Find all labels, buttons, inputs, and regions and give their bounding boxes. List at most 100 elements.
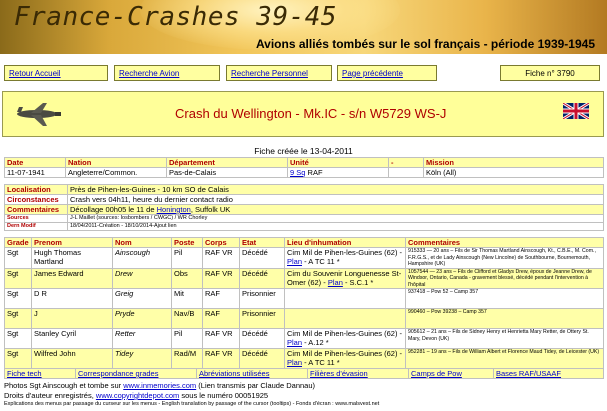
crew-corps: RAF xyxy=(202,308,240,329)
crew-poste: Rad/M xyxy=(171,348,203,369)
crash-nation: Angleterre/Common. xyxy=(65,167,167,178)
header-date: Date xyxy=(4,157,66,168)
crew-prenom: D R xyxy=(31,288,113,309)
crew-poste: Pil xyxy=(171,328,203,349)
crew-corps: RAF VR xyxy=(202,247,240,269)
crew-comment: 905612 – 21 ans – Fils de Sidney Henry e… xyxy=(405,328,604,349)
nav-bar: Retour Accueil Recherche Avion Recherche… xyxy=(0,60,607,88)
crew-corps: RAF VR xyxy=(202,328,240,349)
crew-poste: Pil xyxy=(171,247,203,269)
crew-poste: Mit xyxy=(171,288,203,309)
plan-link[interactable]: Plan xyxy=(287,257,302,266)
bomber-plane-photo xyxy=(11,97,67,131)
last-modif-label: Dern Modif xyxy=(4,222,68,231)
crew-comment: 937418 – Pow 52 – Camp 357 xyxy=(405,288,604,309)
crew-corps: RAF VR xyxy=(202,267,240,289)
crew-burial-place: Cim Mil de Pihen-les-Guines (62) - Plan … xyxy=(284,247,406,269)
link-abreviations[interactable]: Abréviations utilisées xyxy=(199,370,269,378)
crew-grade: Sgt xyxy=(4,267,32,289)
dash-cell xyxy=(388,167,424,178)
crew-burial-place: Cim Mil de Pihen-les-Guines (62) - Plan … xyxy=(284,348,406,369)
link-camps-pow[interactable]: Camps de Pow xyxy=(411,370,462,378)
plan-link[interactable]: Plan xyxy=(287,338,302,347)
header-mission: Mission xyxy=(423,157,604,168)
crash-departement: Pas-de-Calais xyxy=(166,167,288,178)
crew-comment: 952281 – 19 ans – Fils de William Albert… xyxy=(405,348,604,369)
crew-etat: Décédé xyxy=(239,328,285,349)
crash-title: Crash du Wellington - Mk.IC - s/n W5729 … xyxy=(175,106,447,121)
last-modif-value: 18/04/2011-Création - 18/10/2014-Ajout l… xyxy=(67,222,604,231)
site-banner: France-Crashes 39-45 Avions alliés tombé… xyxy=(0,0,607,54)
crew-nom: Drew xyxy=(112,267,172,289)
crew-grade: Sgt xyxy=(4,328,32,349)
previous-page-button[interactable]: Page précédente xyxy=(337,65,437,81)
crew-nom: Tidey xyxy=(112,348,172,369)
header-unit: Unité xyxy=(287,157,389,168)
burial-plot: - A TC 11 * xyxy=(304,257,340,266)
burial-plot: - A TC 11 * xyxy=(304,358,340,367)
crew-grade: Sgt xyxy=(4,308,32,329)
plan-link[interactable]: Plan xyxy=(328,278,343,287)
footer-note: Explications des menus par passage du cu… xyxy=(4,401,380,407)
circonstances-value: Crash vers 04h11, heure du dernier conta… xyxy=(67,194,604,205)
burial-plot: - A.12 * xyxy=(304,338,329,347)
unit-link[interactable]: 9 Sq xyxy=(290,169,305,177)
copyright: Droits d'auteur enregistrés, www.copyrig… xyxy=(4,391,268,400)
crew-nom: Greig xyxy=(112,288,172,309)
crew-corps: RAF VR xyxy=(202,348,240,369)
crew-comment: 990460 – Pow 39238 – Camp 357 xyxy=(405,308,604,329)
site-title: France-Crashes 39-45 xyxy=(14,2,338,32)
site-subtitle: Avions alliés tombés sur le sol français… xyxy=(255,37,595,51)
photos-credit: Photos Sgt Ainscough et tombe sur www.in… xyxy=(4,381,315,390)
crew-rows: Sgt Hugh Thomas Martland Ainscough Pil RAF V… xyxy=(4,247,604,369)
crew-prenom: James Edward xyxy=(31,267,113,289)
crew-etat: Décédé xyxy=(239,267,285,289)
header-dash: - xyxy=(388,157,424,168)
crew-header-etat: Etat xyxy=(239,237,285,248)
crew-row: Sgt Hugh Thomas Martland Ainscough Pil RAF V… xyxy=(4,247,604,269)
uk-flag-icon xyxy=(563,103,589,119)
home-button[interactable]: Retour Accueil xyxy=(4,65,108,81)
search-plane-button[interactable]: Recherche Avion xyxy=(114,65,220,81)
crew-prenom: J xyxy=(31,308,113,329)
commentaires-label: Commentaires xyxy=(4,204,68,215)
photos-text-end: (Lien transmis par Claude Dannau) xyxy=(198,381,316,390)
link-bases-raf[interactable]: Bases RAF/USAAF xyxy=(496,370,561,378)
crew-row: Sgt James Edward Drew Obs RAF VR Décédé Cim du… xyxy=(4,267,604,289)
sources-label: Sources xyxy=(4,214,68,223)
burial-text: Cim Mil de Pihen-les-Guines (62) - xyxy=(287,329,403,339)
burial-text: Cim Mil de Pihen-les-Guines (62) - xyxy=(287,248,403,257)
crew-etat: Décédé xyxy=(239,247,285,269)
search-person-button[interactable]: Recherche Personnel xyxy=(226,65,332,81)
crew-etat: Prisonnier xyxy=(239,308,285,329)
copyrightdepot-link[interactable]: www.copyrightdepot.com xyxy=(96,391,179,400)
crew-header-corps: Corps xyxy=(202,237,240,248)
links-bar: Fiche tech Correspondance grades Abrévia… xyxy=(4,368,604,379)
crew-corps: RAF xyxy=(202,288,240,309)
link-filieres-evasion[interactable]: Filières d'évasion xyxy=(310,370,368,378)
crew-burial-place: Cim du Souvenir Longuenesse St-Omer (62)… xyxy=(284,267,406,289)
details-table: Localisation Près de Pihen-les-Guines - … xyxy=(4,184,604,231)
crew-nom: Retter xyxy=(112,328,172,349)
crew-prenom: Hugh Thomas Martland xyxy=(31,247,113,269)
crew-comment: 915333 — 20 ans – Fils de Sir Thomas Mar… xyxy=(405,247,604,269)
sources-value: J-L Maillet (sources: Iosbombers / CWGC)… xyxy=(67,214,604,223)
crew-header-grade: Grade xyxy=(4,237,32,248)
link-correspondance-grades[interactable]: Correspondance grades xyxy=(78,370,158,378)
crew-comment: 1057544 — 23 ans – Fils de Clifford et G… xyxy=(405,267,604,289)
unit-service: RAF xyxy=(307,168,323,177)
localisation-label: Localisation xyxy=(4,184,68,195)
crew-etat: Prisonnier xyxy=(239,288,285,309)
crew-row: Sgt D R Greig Mit RAF Prisonnier 937418 – Pow … xyxy=(4,288,604,309)
header-departement: Département xyxy=(166,157,288,168)
header-nation: Nation xyxy=(65,157,167,168)
crew-grade: Sgt xyxy=(4,348,32,369)
commentaires-text-end: , Suffolk UK xyxy=(190,205,231,214)
plan-link[interactable]: Plan xyxy=(287,358,302,367)
circonstances-label: Circonstances xyxy=(4,194,68,205)
honington-link[interactable]: Honington xyxy=(157,206,191,214)
crash-header: Crash du Wellington - Mk.IC - s/n W5729 … xyxy=(2,91,604,137)
inmemories-link[interactable]: www.inmemories.com xyxy=(123,381,196,390)
link-fiche-tech[interactable]: Fiche tech xyxy=(7,370,42,378)
crew-header-comment: Commentaires xyxy=(405,237,604,248)
